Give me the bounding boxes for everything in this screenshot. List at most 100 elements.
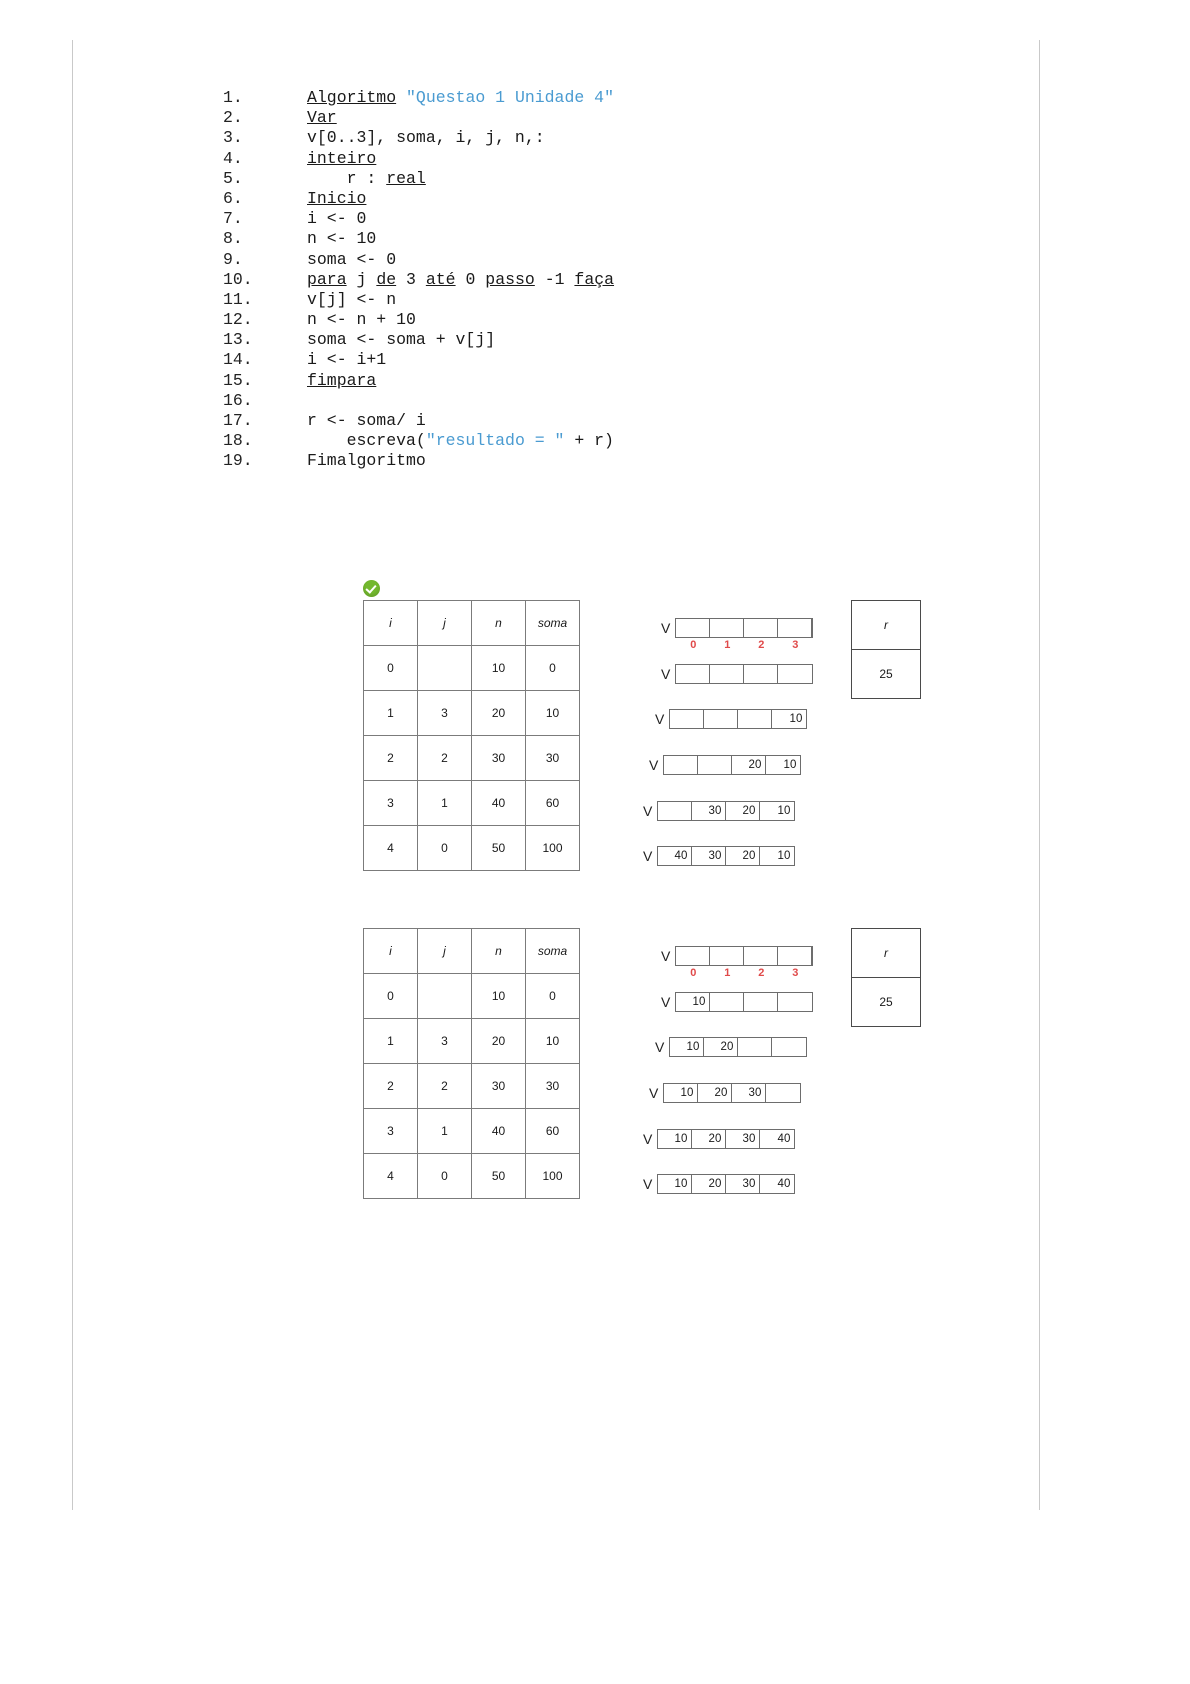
code-token: Var <box>307 108 337 128</box>
result-header: r <box>851 928 921 978</box>
code-token: para <box>307 269 347 289</box>
array-index-label: 2 <box>758 639 765 651</box>
result-table: r 25 <box>851 600 921 699</box>
array-cell: 30 <box>692 802 727 820</box>
table-row: 3 1 40 60 <box>363 780 580 826</box>
table-cell: 0 <box>525 973 580 1019</box>
table-cell: 10 <box>471 973 526 1019</box>
table-cell: 2 <box>417 1063 472 1109</box>
array-cell: 30 <box>726 1130 761 1148</box>
code-line: 18. escreva("resultado = " + r) <box>223 431 614 451</box>
array-diagram-row: V 10 20 <box>655 1037 808 1057</box>
table-cell: 3 <box>417 690 472 736</box>
code-token: v[j] <- n <box>307 289 397 309</box>
table-cell <box>417 973 472 1019</box>
table-cell: 40 <box>471 780 526 826</box>
column-header: n <box>471 600 526 646</box>
code-token: escreva( <box>307 431 426 451</box>
table-row: 1 3 20 10 <box>363 1018 580 1064</box>
result-header: r <box>851 600 921 650</box>
array-cell <box>710 947 745 965</box>
result-header-row: r <box>851 928 921 978</box>
array-cell: 20 <box>704 1038 739 1056</box>
table-row: 2 2 30 30 <box>363 735 580 781</box>
table-row: 4 0 50 100 <box>363 825 580 871</box>
column-header: i <box>363 600 418 646</box>
result-value: 25 <box>851 649 921 699</box>
trace-block-1: i j n soma 0 10 0 1 3 20 10 2 2 30 30 3 1 40 60 4 0 50 100 V01… <box>363 580 963 896</box>
array-variable-label: V <box>655 711 665 727</box>
array-variable-label: V <box>661 666 671 682</box>
array-cells <box>675 664 814 684</box>
array-cell <box>744 993 779 1011</box>
code-line: 17. r <- soma/ i <box>223 411 614 431</box>
array-cell: 10 <box>777 805 791 817</box>
array-diagram-row: V 10 <box>655 709 808 729</box>
array-variable-label: V <box>649 1085 659 1101</box>
array-diagram-row: V 10 20 30 40 <box>643 1174 796 1194</box>
code-line-number: 10. <box>223 269 253 289</box>
table-cell: 60 <box>525 1108 580 1154</box>
array-cell <box>744 619 779 637</box>
table-cell: 40 <box>471 1108 526 1154</box>
code-line-number: 2. <box>223 108 243 128</box>
array-variable-label: V <box>643 803 653 819</box>
table-cell: 10 <box>525 1018 580 1064</box>
code-line-number: 9. <box>223 249 243 269</box>
array-cell: 20 <box>692 1175 727 1193</box>
table-cell: 0 <box>525 645 580 691</box>
array-cell: 10 <box>789 713 803 725</box>
table-header-row: i j n soma <box>363 928 580 974</box>
array-cells: 20 10 <box>663 755 802 775</box>
code-line-number: 16. <box>223 390 253 410</box>
code-line: 7. i <- 0 <box>223 209 614 229</box>
array-cell <box>772 1038 806 1056</box>
code-line-number: 17. <box>223 411 253 430</box>
column-header: soma <box>525 600 580 646</box>
code-token: real <box>386 168 426 188</box>
code-line: 4. inteiro <box>223 149 614 169</box>
code-token: Inicio <box>307 188 367 208</box>
array-cell <box>744 947 779 965</box>
table-cell: 1 <box>363 1018 418 1064</box>
array-diagram-row: V 10 <box>661 992 814 1012</box>
code-token: + r) <box>564 431 614 451</box>
array-index-label: 3 <box>792 639 799 651</box>
table-cell: 30 <box>525 735 580 781</box>
array-index-label: 3 <box>792 967 799 979</box>
table-cell: 30 <box>471 735 526 781</box>
code-line: 12. n <- n + 10 <box>223 310 614 330</box>
array-index-labels: 0 1 2 3 <box>676 639 812 651</box>
array-variable-label: V <box>643 1176 653 1192</box>
array-cells: 10 20 <box>669 1037 808 1057</box>
array-cells: 10 20 30 <box>663 1083 802 1103</box>
code-line-number: 12. <box>223 310 253 330</box>
array-cell <box>710 665 745 683</box>
array-cell <box>778 993 812 1011</box>
table-cell: 100 <box>525 1153 580 1199</box>
array-variable-label: V <box>643 1131 653 1147</box>
result-value-row: 25 <box>851 977 921 1027</box>
code-token: 3 <box>396 269 426 289</box>
document-page: 1. Algoritmo "Questao 1 Unidade 4" 2. Var 3.… <box>72 40 1040 1510</box>
code-line: 13. soma <- soma + v[j] <box>223 330 614 350</box>
array-cell: 30 <box>732 1084 767 1102</box>
table-cell: 3 <box>417 1018 472 1064</box>
result-header-row: r <box>851 600 921 650</box>
array-index-label: 0 <box>690 639 697 651</box>
code-line: 10. para j de 3 até 0 passo -1 faça <box>223 270 614 290</box>
array-cell: 10 <box>658 1130 693 1148</box>
code-line: 14. i <- i+1 <box>223 350 614 370</box>
array-cells: 10 <box>675 992 814 1012</box>
array-cell <box>778 665 812 683</box>
table-cell: 30 <box>471 1063 526 1109</box>
array-diagram-row: V 40 30 20 10 <box>643 846 796 866</box>
array-cell <box>676 619 711 637</box>
array-cell <box>744 665 779 683</box>
array-variable-label: V <box>661 620 671 636</box>
array-variable-label: V <box>661 948 671 964</box>
table-cell: 1 <box>417 780 472 826</box>
array-cell: 10 <box>783 759 797 771</box>
table-cell: 10 <box>471 645 526 691</box>
table-cell: 0 <box>363 645 418 691</box>
